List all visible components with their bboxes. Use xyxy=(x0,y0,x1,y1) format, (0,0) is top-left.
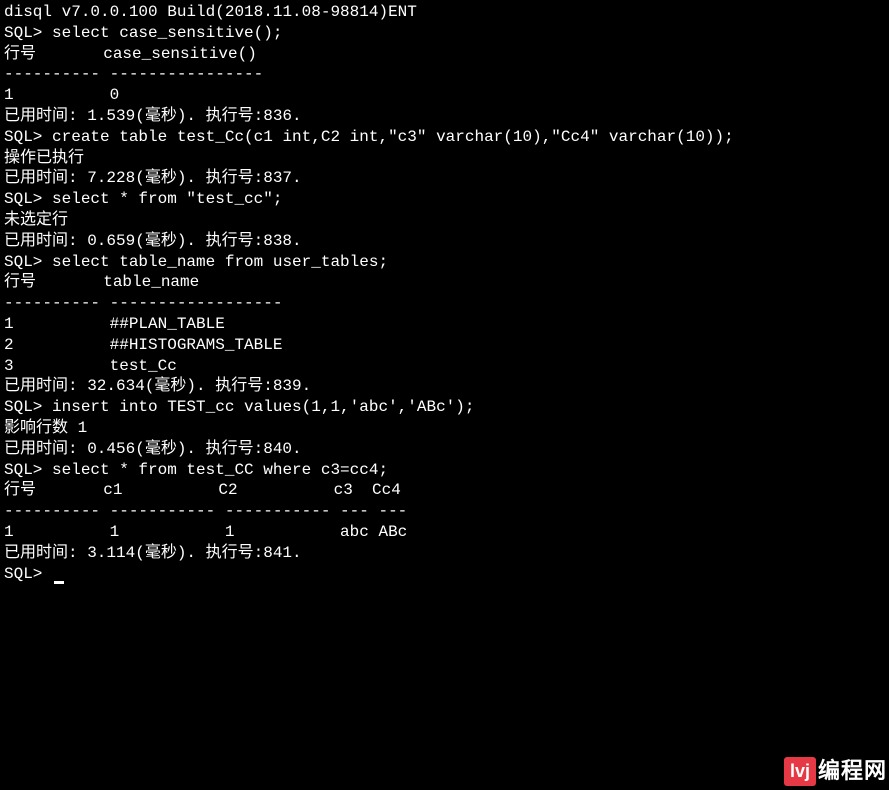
watermark-text: 编程网 xyxy=(818,757,887,786)
result-row: 1 1 1 abc ABc xyxy=(4,522,885,543)
sql-prompt-line: SQL> insert into TEST_cc values(1,1,'abc… xyxy=(4,397,885,418)
sql-prompt-line: SQL> select * from "test_cc"; xyxy=(4,189,885,210)
status-line: 影响行数 1 xyxy=(4,418,885,439)
result-divider: ---------- ---------------- xyxy=(4,64,885,85)
timing-line: 已用时间: 1.539(毫秒). 执行号:836. xyxy=(4,106,885,127)
terminal-output: disql v7.0.0.100 Build(2018.11.08-98814)… xyxy=(4,2,885,584)
result-row: 2 ##HISTOGRAMS_TABLE xyxy=(4,335,885,356)
timing-line: 已用时间: 7.228(毫秒). 执行号:837. xyxy=(4,168,885,189)
result-row: 1 ##PLAN_TABLE xyxy=(4,314,885,335)
watermark-badge: lvj xyxy=(784,757,816,786)
result-row: 3 test_Cc xyxy=(4,356,885,377)
watermark: lvj 编程网 xyxy=(784,757,887,786)
result-divider: ---------- ------------------ xyxy=(4,293,885,314)
result-header: 行号 case_sensitive() xyxy=(4,44,885,65)
sql-prompt-line: SQL> select case_sensitive(); xyxy=(4,23,885,44)
terminal-line: disql v7.0.0.100 Build(2018.11.08-98814)… xyxy=(4,2,885,23)
timing-line: 已用时间: 32.634(毫秒). 执行号:839. xyxy=(4,376,885,397)
result-row: 1 0 xyxy=(4,85,885,106)
result-divider: ---------- ----------- ----------- --- -… xyxy=(4,501,885,522)
sql-prompt-line: SQL> select table_name from user_tables; xyxy=(4,252,885,273)
sql-prompt-active[interactable]: SQL> xyxy=(4,564,885,585)
cursor-icon xyxy=(54,581,64,584)
sql-prompt-line: SQL> create table test_Cc(c1 int,C2 int,… xyxy=(4,127,885,148)
timing-line: 已用时间: 0.659(毫秒). 执行号:838. xyxy=(4,231,885,252)
status-line: 操作已执行 xyxy=(4,148,885,169)
timing-line: 已用时间: 3.114(毫秒). 执行号:841. xyxy=(4,543,885,564)
status-line: 未选定行 xyxy=(4,210,885,231)
result-header: 行号 table_name xyxy=(4,272,885,293)
timing-line: 已用时间: 0.456(毫秒). 执行号:840. xyxy=(4,439,885,460)
result-header: 行号 c1 C2 c3 Cc4 xyxy=(4,480,885,501)
sql-prompt-line: SQL> select * from test_CC where c3=cc4; xyxy=(4,460,885,481)
